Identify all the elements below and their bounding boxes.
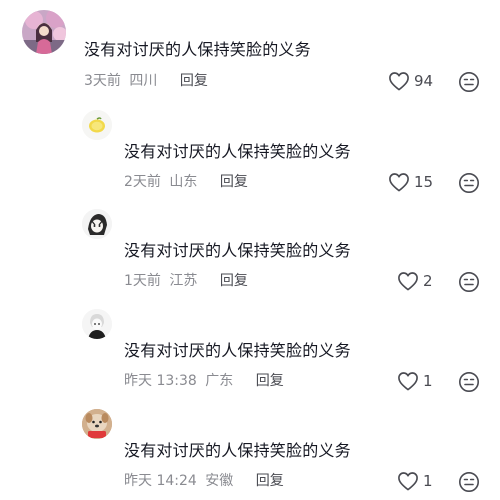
comment-meta: 昨天 14:24 安徽 回复 <box>124 471 284 491</box>
dislike-button[interactable] <box>458 471 480 493</box>
expressionless-face-icon <box>459 72 479 92</box>
comment-location: 广东 <box>205 373 234 389</box>
like-button[interactable]: 2 <box>397 271 433 291</box>
dislike-button[interactable] <box>458 371 480 393</box>
dislike-button[interactable] <box>458 71 480 93</box>
expressionless-face-icon <box>459 173 479 193</box>
like-count: 15 <box>414 173 434 191</box>
avatar[interactable] <box>82 110 112 140</box>
reply-button[interactable]: 回复 <box>256 373 284 389</box>
expressionless-face-icon <box>459 372 479 392</box>
reply-button[interactable]: 回复 <box>256 473 284 489</box>
comment-text: 没有对讨厌的人保持笑脸的义务 <box>124 142 351 161</box>
reply-item: 没有对讨厌的人保持笑脸的义务 2天前 山东 回复 15 <box>0 100 500 200</box>
reply-item: 没有对讨厌的人保持笑脸的义务 1天前 江苏 回复 2 <box>0 200 500 300</box>
comment-time: 1天前 <box>124 273 161 289</box>
reply-button[interactable]: 回复 <box>220 174 248 190</box>
like-button[interactable]: 94 <box>388 71 433 91</box>
comment-time: 3天前 <box>84 73 121 89</box>
like-button[interactable]: 1 <box>397 371 433 391</box>
reply-item: 没有对讨厌的人保持笑脸的义务 昨天 13:38 广东 回复 1 <box>0 300 500 400</box>
comment-time: 昨天 13:38 <box>124 373 197 389</box>
avatar[interactable] <box>22 10 66 54</box>
lemon-avatar-image <box>82 110 112 140</box>
comment-location: 四川 <box>129 73 158 89</box>
heart-outline-icon <box>398 272 418 291</box>
like-count: 2 <box>423 272 433 290</box>
comment-time: 2天前 <box>124 174 161 190</box>
bw-character-avatar-image <box>82 309 112 339</box>
avatar[interactable] <box>82 309 112 339</box>
comment-meta: 1天前 江苏 回复 <box>124 271 248 291</box>
dislike-button[interactable] <box>458 172 480 194</box>
comment-meta: 昨天 13:38 广东 回复 <box>124 371 284 391</box>
comment-item: 没有对讨厌的人保持笑脸的义务 3天前 四川 回复 94 <box>0 0 500 100</box>
comment-location: 山东 <box>169 174 198 190</box>
avatar[interactable] <box>82 209 112 239</box>
heart-outline-icon <box>389 173 409 192</box>
expressionless-face-icon <box>459 272 479 292</box>
reply-button[interactable]: 回复 <box>180 73 208 89</box>
like-button[interactable]: 15 <box>388 172 433 192</box>
sketch-character-avatar-image <box>82 209 112 239</box>
comment-text: 没有对讨厌的人保持笑脸的义务 <box>124 241 351 260</box>
like-button[interactable]: 1 <box>397 471 433 491</box>
comment-meta: 3天前 四川 回复 <box>84 71 208 91</box>
avatar[interactable] <box>82 409 112 439</box>
heart-outline-icon <box>389 72 409 91</box>
comment-location: 安徽 <box>205 473 234 489</box>
like-count: 94 <box>414 72 434 90</box>
like-count: 1 <box>423 472 433 490</box>
reply-button[interactable]: 回复 <box>220 273 248 289</box>
heart-outline-icon <box>398 372 418 391</box>
anime-girl-avatar-image <box>22 10 66 54</box>
comment-location: 江苏 <box>169 273 198 289</box>
comment-text: 没有对讨厌的人保持笑脸的义务 <box>124 341 351 360</box>
reply-item: 没有对讨厌的人保持笑脸的义务 昨天 14:24 安徽 回复 1 <box>0 400 500 500</box>
heart-outline-icon <box>398 472 418 491</box>
comment-text: 没有对讨厌的人保持笑脸的义务 <box>84 40 311 59</box>
comment-text: 没有对讨厌的人保持笑脸的义务 <box>124 441 351 460</box>
like-count: 1 <box>423 372 433 390</box>
comment-time: 昨天 14:24 <box>124 473 197 489</box>
dislike-button[interactable] <box>458 271 480 293</box>
dog-avatar-image <box>82 409 112 439</box>
expressionless-face-icon <box>459 472 479 492</box>
comment-meta: 2天前 山东 回复 <box>124 172 248 192</box>
